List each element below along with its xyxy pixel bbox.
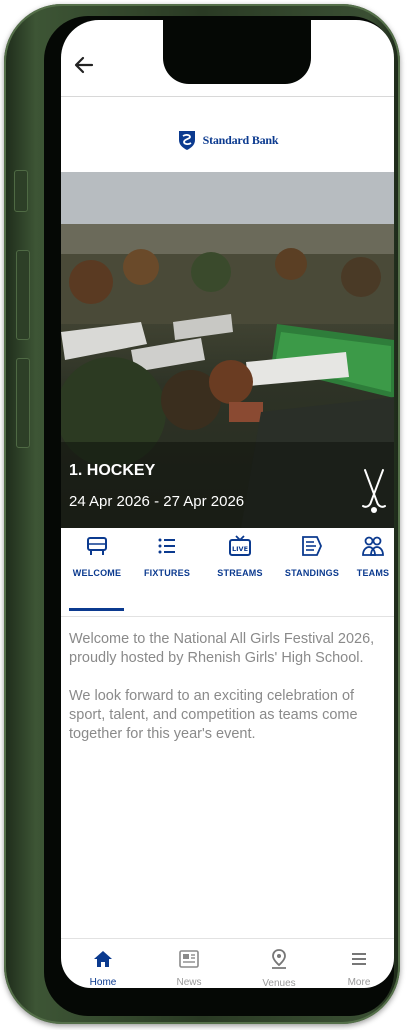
volume-down-button [16,358,30,448]
back-arrow-icon [74,56,94,74]
nav-label: News [176,977,202,988]
section-tabs: WELCOME FIXTURES LIVE STREAMS STANDINGS … [61,528,394,600]
hockey-sticks-icon [362,469,386,513]
event-title: 1. HOCKEY [69,462,156,479]
silent-switch [14,170,28,212]
shield-logo-icon [178,131,195,150]
welcome-paragraph: We look forward to an exciting celebrati… [69,688,358,742]
tab-streams[interactable]: LIVE STREAMS [207,528,273,600]
nav-news[interactable]: News [159,940,219,988]
nav-home[interactable]: Home [73,940,133,988]
news-icon [179,949,199,968]
list-icon [158,538,175,554]
welcome-paragraph: Welcome to the National All Girls Festiv… [69,631,375,666]
header-divider [61,96,394,97]
standings-icon [302,536,322,556]
camera-notch [163,18,311,84]
location-pin-icon [272,949,286,969]
nav-label: Venues [262,978,296,988]
tab-label: FIXTURES [143,568,191,578]
bottom-nav-divider [61,938,394,939]
tab-fixtures[interactable]: FIXTURES [133,528,201,600]
live-tv-icon: LIVE [229,535,251,556]
tab-teams[interactable]: TEAMS [349,528,394,600]
home-icon [94,950,112,967]
tab-label: WELCOME [72,568,122,578]
menu-icon [352,952,366,965]
nav-venues[interactable]: Venues [249,940,309,988]
brand-logo: Standard Bank [61,120,394,160]
tab-welcome[interactable]: WELCOME [65,528,129,600]
tabs-divider [61,616,394,617]
nav-label: More [347,977,371,988]
active-tab-indicator [69,608,124,611]
tab-label: STANDINGS [284,568,340,578]
brand-name: Standard Bank [202,132,279,147]
bottom-nav: Home News Venues More [61,940,394,988]
volume-up-button [16,250,30,340]
teams-icon [362,536,384,556]
app-screen: Standard Bank 1. HOCKEY 24 Apr 2026 - 27… [61,20,394,988]
nav-label: Home [89,977,117,988]
event-date-range: 24 Apr 2026 - 27 Apr 2026 [69,493,245,510]
tab-label: TEAMS [356,568,390,578]
svg-text:LIVE: LIVE [232,545,248,553]
nav-more[interactable]: More [329,940,389,988]
tab-standings[interactable]: STANDINGS [277,528,347,600]
back-button[interactable] [69,50,99,80]
welcome-content: Welcome to the National All Girls Festiv… [69,630,389,763]
tab-label: STREAMS [217,568,263,578]
goal-icon [87,537,107,555]
